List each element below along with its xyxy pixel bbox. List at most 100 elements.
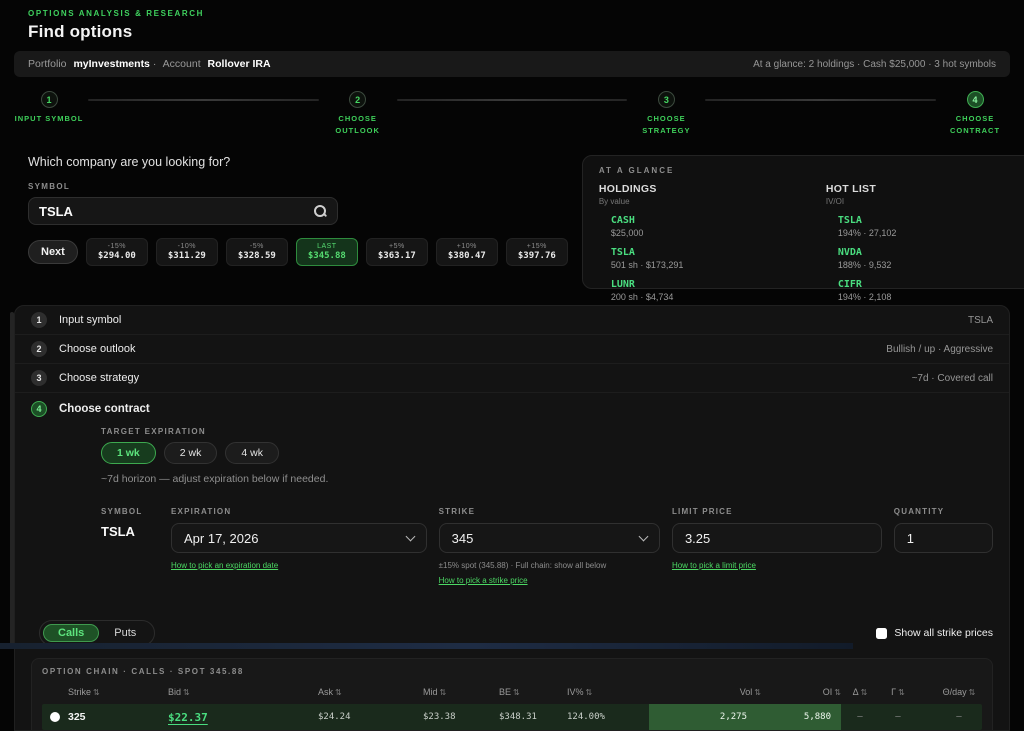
cell-theta: – bbox=[917, 704, 1001, 730]
row-title: Choose strategy bbox=[59, 372, 139, 384]
price-chip-value: $294.00 bbox=[98, 251, 136, 261]
bottom-window-edge bbox=[0, 643, 853, 649]
symbol-search-input[interactable]: TSLA bbox=[28, 197, 338, 225]
accordion-row-input-symbol[interactable]: 1 Input symbol TSLA bbox=[15, 306, 1009, 335]
tab-calls[interactable]: Calls bbox=[43, 624, 99, 642]
holding-symbol: CASH bbox=[611, 215, 826, 226]
accordion-row-choose-outlook[interactable]: 2 Choose outlook Bullish / up · Aggressi… bbox=[15, 335, 1009, 364]
symbol-question: Which company are you looking for? bbox=[28, 155, 568, 169]
price-chip-minus-5[interactable]: -5% $328.59 bbox=[226, 238, 288, 266]
cell-bid-link[interactable]: $22.37 bbox=[168, 711, 208, 724]
price-chip-value: $397.76 bbox=[518, 251, 556, 261]
column-header-gamma[interactable]: Γ⇅ bbox=[879, 687, 917, 697]
expiration-chip-2wk[interactable]: 2 wk bbox=[164, 442, 218, 464]
step-number-badge: 2 bbox=[349, 91, 366, 108]
expiration-select[interactable]: Apr 17, 2026 bbox=[171, 523, 427, 553]
sort-icon: ⇅ bbox=[754, 688, 761, 697]
quantity-input[interactable]: 1 bbox=[894, 523, 993, 553]
stepper-connector bbox=[397, 99, 628, 101]
price-chip-value: $345.88 bbox=[308, 251, 346, 261]
column-header-delta[interactable]: Δ⇅ bbox=[841, 687, 879, 697]
expiration-help-link[interactable]: How to pick an expiration date bbox=[171, 561, 278, 570]
row-title: Choose contract bbox=[59, 403, 150, 415]
account-name: Rollover IRA bbox=[208, 58, 271, 70]
price-chip-last[interactable]: LAST $345.88 bbox=[296, 238, 358, 266]
option-chain-row-325[interactable]: 325 $22.37 $24.24 $23.38 $348.31 124.00%… bbox=[42, 704, 982, 730]
option-chain-caption: OPTION CHAIN · CALLS · SPOT 345.88 bbox=[42, 667, 982, 676]
strike-help-link[interactable]: How to pick a strike price bbox=[439, 576, 528, 585]
glance-panel-title: AT A GLANCE bbox=[599, 166, 1024, 175]
price-chip-label: +5% bbox=[389, 243, 405, 250]
limit-price-input[interactable]: 3.25 bbox=[672, 523, 882, 553]
strike-select-value: 345 bbox=[452, 531, 640, 546]
column-header-vega[interactable]: Vega⇅ bbox=[1001, 687, 1010, 697]
column-header-iv[interactable]: IV%⇅ bbox=[567, 687, 649, 697]
stepper-step-choose-outlook[interactable]: 2 CHOOSE OUTLOOK bbox=[319, 91, 397, 137]
price-chip-label: -5% bbox=[250, 243, 264, 250]
next-button[interactable]: Next bbox=[28, 240, 78, 264]
symbol-field-label: SYMBOL bbox=[28, 182, 568, 191]
column-header-vol[interactable]: Vol⇅ bbox=[649, 687, 761, 697]
column-header-bid[interactable]: Bid⇅ bbox=[168, 687, 318, 697]
portfolio-label: Portfolio bbox=[28, 58, 67, 70]
column-header-strike[interactable]: Strike⇅ bbox=[68, 687, 168, 697]
column-header-be[interactable]: BE⇅ bbox=[499, 687, 567, 697]
cell-gamma: – bbox=[879, 704, 917, 730]
hot-item-tsla: TSLA 194% · 27,102 bbox=[826, 215, 1024, 238]
cell-oi: 5,880 bbox=[761, 704, 841, 730]
strike-row-radio[interactable] bbox=[50, 712, 60, 722]
price-chip-minus-15[interactable]: -15% $294.00 bbox=[86, 238, 148, 266]
price-chip-plus-10[interactable]: +10% $380.47 bbox=[436, 238, 498, 266]
price-chip-label: -10% bbox=[178, 243, 196, 250]
step-number-badge: 4 bbox=[967, 91, 984, 108]
holding-item-lunr: LUNR 200 sh · $4,734 bbox=[599, 279, 826, 302]
limit-price-help-link[interactable]: How to pick a limit price bbox=[672, 561, 756, 570]
symbol-form: Which company are you looking for? SYMBO… bbox=[14, 155, 568, 289]
left-scroll-rail[interactable] bbox=[10, 312, 14, 649]
row-number-badge: 1 bbox=[31, 312, 47, 328]
price-chip-label: LAST bbox=[317, 243, 337, 250]
step-label: CHOOSE CONTRACT bbox=[936, 113, 1014, 137]
price-chip-minus-10[interactable]: -10% $311.29 bbox=[156, 238, 218, 266]
sort-icon: ⇅ bbox=[861, 688, 868, 697]
price-chip-label: +15% bbox=[527, 243, 547, 250]
chevron-down-icon bbox=[405, 531, 415, 541]
column-header-theta[interactable]: Θ/day⇅ bbox=[917, 687, 1001, 697]
expiration-chip-1wk[interactable]: 1 wk bbox=[101, 442, 156, 464]
row-number-badge: 2 bbox=[31, 341, 47, 357]
show-all-checkbox[interactable] bbox=[876, 628, 887, 639]
column-header-ask[interactable]: Ask⇅ bbox=[318, 687, 423, 697]
expiration-chip-4wk[interactable]: 4 wk bbox=[225, 442, 279, 464]
sort-icon: ⇅ bbox=[440, 688, 447, 697]
price-chip-plus-5[interactable]: +5% $363.17 bbox=[366, 238, 428, 266]
price-chip-label: +10% bbox=[457, 243, 477, 250]
cell-be: $348.31 bbox=[499, 704, 567, 730]
stepper-connector bbox=[88, 99, 319, 101]
context-bar: Portfolio myInvestments · Account Rollov… bbox=[14, 51, 1010, 77]
accordion-row-choose-strategy[interactable]: 3 Choose strategy ~7d · Covered call bbox=[15, 364, 1009, 393]
stepper-step-choose-strategy[interactable]: 3 CHOOSE STRATEGY bbox=[627, 91, 705, 137]
strike-select[interactable]: 345 bbox=[439, 523, 660, 553]
holding-symbol: LUNR bbox=[611, 279, 826, 290]
price-chip-label: -15% bbox=[108, 243, 126, 250]
accordion-row-choose-contract[interactable]: 4 Choose contract bbox=[15, 393, 1009, 425]
contract-symbol-field: SYMBOL TSLA bbox=[101, 507, 159, 588]
strike-note: ±15% spot (345.88) · Full chain: show al… bbox=[439, 561, 660, 570]
page-header: OPTIONS ANALYSIS & RESEARCH Find options bbox=[0, 0, 1024, 42]
price-chip-plus-15[interactable]: +15% $397.76 bbox=[506, 238, 568, 266]
search-icon[interactable] bbox=[313, 204, 327, 218]
hot-symbol: TSLA bbox=[838, 215, 1024, 226]
stepper-connector bbox=[705, 99, 936, 101]
tab-puts[interactable]: Puts bbox=[99, 624, 151, 642]
sort-icon: ⇅ bbox=[93, 688, 100, 697]
column-header-oi[interactable]: OI⇅ bbox=[761, 687, 841, 697]
choose-contract-panel: TARGET EXPIRATION 1 wk 2 wk 4 wk ~7d hor… bbox=[15, 425, 1009, 602]
glance-summary: At a glance: 2 holdings · Cash $25,000 ·… bbox=[753, 59, 996, 70]
holding-item-cash: CASH $25,000 bbox=[599, 215, 826, 238]
column-header-mid[interactable]: Mid⇅ bbox=[423, 687, 499, 697]
chevron-down-icon bbox=[638, 531, 648, 541]
stepper-step-input-symbol[interactable]: 1 INPUT SYMBOL bbox=[10, 91, 88, 125]
stepper-step-choose-contract[interactable]: 4 CHOOSE CONTRACT bbox=[936, 91, 1014, 137]
step-number-badge: 3 bbox=[658, 91, 675, 108]
hot-detail: 194% · 27,102 bbox=[838, 228, 1024, 238]
